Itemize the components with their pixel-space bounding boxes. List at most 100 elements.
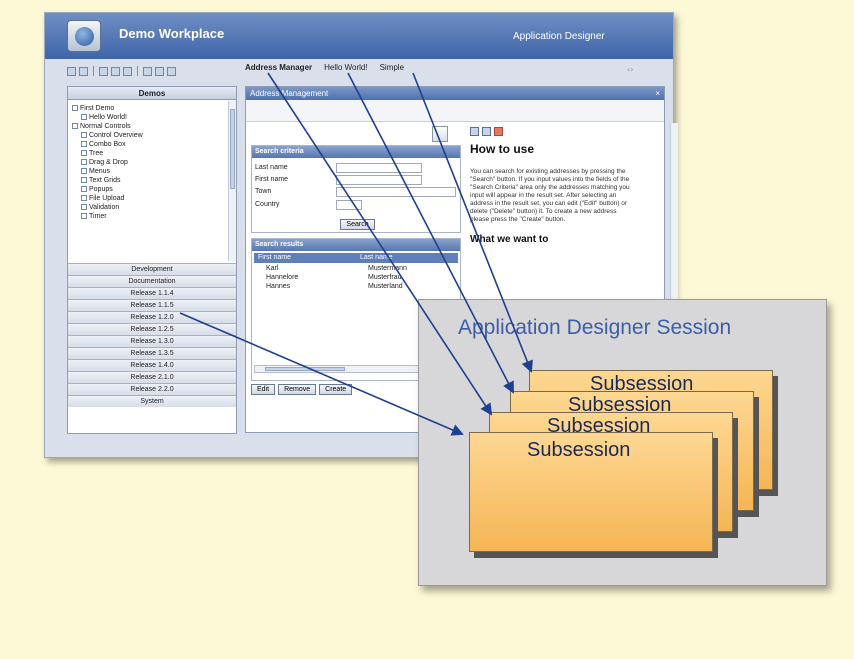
tree-node-label: Timer [89, 213, 107, 220]
cell-first-name: Karl [266, 265, 279, 272]
edit-button[interactable]: Edit [251, 384, 276, 395]
tree-node[interactable]: Menus [72, 167, 232, 176]
people-icon[interactable] [494, 127, 503, 136]
column-header-first-name[interactable]: First name [254, 253, 356, 263]
last-name-input[interactable] [336, 163, 422, 173]
nav-section[interactable]: Documentation [68, 275, 236, 287]
nav-section[interactable]: Release 1.2.5 [68, 323, 236, 335]
table-row[interactable]: Hannes Musterland [254, 283, 458, 292]
search-results-title: Search results [252, 239, 460, 251]
page-icon [81, 141, 87, 148]
globe-logo-icon [67, 20, 101, 52]
help-panel: How to use You can search for existing a… [470, 123, 658, 303]
nav-section[interactable]: Release 1.3.5 [68, 347, 236, 359]
tree-node-label: Tree [89, 150, 104, 157]
address-manager-strip [246, 100, 664, 122]
window-icon[interactable] [67, 66, 76, 76]
page-icon [81, 177, 87, 184]
tree-node-label: Validation [89, 204, 120, 211]
tree-node-label: File Upload [89, 195, 125, 202]
window-icon[interactable] [79, 66, 88, 76]
page-icon [81, 159, 87, 166]
tree-node[interactable]: Control Overview [72, 131, 232, 140]
nav-section[interactable]: Release 1.1.5 [68, 299, 236, 311]
layout-icon[interactable] [143, 66, 152, 76]
nav-section[interactable]: Release 1.4.0 [68, 359, 236, 371]
tree-node[interactable]: Hello World! [72, 113, 232, 122]
tree-node[interactable]: Timer [72, 212, 232, 221]
tree-node[interactable]: File Upload [72, 194, 232, 203]
folder-toggle-icon [72, 105, 78, 112]
help-body: You can search for existing addresses by… [470, 168, 630, 223]
cell-first-name: Hannes [266, 283, 291, 290]
tree-node-label: Drag & Drop [89, 159, 128, 166]
close-icon[interactable]: × [655, 87, 660, 100]
tree-node-label: Normal Controls [80, 123, 131, 130]
page-icon [81, 168, 87, 175]
tree-node[interactable]: First Demo [72, 104, 232, 113]
tree-node[interactable]: Validation [72, 203, 232, 212]
layout-icon[interactable] [167, 66, 176, 76]
field-label-town: Town [255, 188, 272, 195]
page-icon [81, 195, 87, 202]
tab-address-manager[interactable]: Address Manager [245, 63, 312, 72]
remove-button[interactable]: Remove [278, 384, 317, 395]
layout-icon[interactable] [155, 66, 164, 76]
page-icon [81, 132, 87, 139]
table-row[interactable]: Karl Mustermann [254, 265, 458, 274]
tree-node[interactable]: Text Grids [72, 176, 232, 185]
tree-node[interactable]: Drag & Drop [72, 158, 232, 167]
tree-node-label: First Demo [80, 105, 115, 112]
nav-section[interactable]: Release 1.3.0 [68, 335, 236, 347]
user-icon[interactable] [123, 66, 132, 76]
page-icon [81, 204, 87, 211]
help-title: How to use [470, 142, 535, 156]
session-label: Application Designer Session [458, 316, 732, 339]
tree-node[interactable]: Popups [72, 185, 232, 194]
nav-section[interactable]: System [68, 395, 236, 407]
nav-section[interactable]: Release 2.2.0 [68, 383, 236, 395]
address-manager-title: Address Management [250, 89, 329, 98]
field-label-last-name: Last name [255, 164, 288, 171]
search-button[interactable]: Search [340, 219, 375, 230]
tree-node[interactable]: Combo Box [72, 140, 232, 149]
tab-scroll-icon[interactable]: ‹› [627, 65, 633, 74]
print-icon[interactable] [482, 127, 491, 136]
first-name-input[interactable] [336, 175, 422, 185]
tab-bar: Address Manager Hello World! Simple [245, 63, 404, 72]
tree-node[interactable]: Normal Controls [72, 122, 232, 131]
subsession-label: Subsession [527, 439, 631, 461]
document-icon[interactable] [432, 126, 448, 142]
tree-node-label: Popups [89, 186, 113, 193]
search-criteria-box: Search criteria Last name First name Tow… [251, 145, 461, 233]
address-manager-titlebar: Address Management × [246, 87, 664, 100]
tab-simple[interactable]: Simple [380, 63, 404, 72]
create-button[interactable]: Create [319, 384, 353, 395]
cell-last-name: Mustermann [368, 265, 407, 272]
nav-section[interactable]: Release 2.1.0 [68, 371, 236, 383]
app-header: Demo Workplace Application Designer [45, 13, 673, 59]
nav-section[interactable]: Release 1.1.4 [68, 287, 236, 299]
cell-last-name: Musterland [368, 283, 403, 290]
page-icon[interactable] [99, 66, 108, 76]
toolbar-divider [137, 66, 138, 76]
tree-node-label: Text Grids [89, 177, 121, 184]
tab-hello-world[interactable]: Hello World! [324, 63, 367, 72]
nav-section[interactable]: Development [68, 263, 236, 275]
nav-section[interactable]: Release 1.2.0 [68, 311, 236, 323]
subsession-box: Subsession [469, 432, 713, 552]
tree-node-label: Menus [89, 168, 111, 175]
nav-scrollbar[interactable] [228, 101, 236, 261]
refresh-icon[interactable] [111, 66, 120, 76]
town-input[interactable] [336, 187, 456, 197]
toolbar-divider [93, 66, 94, 76]
help-icon[interactable] [470, 127, 479, 136]
nav-sections: Development Documentation Release 1.1.4 Rel… [68, 263, 236, 407]
country-select[interactable] [336, 200, 362, 210]
tree-node[interactable]: Tree [72, 149, 232, 158]
page-icon [81, 213, 87, 220]
table-row[interactable]: Hannelore Musterfrau [254, 274, 458, 283]
navigation-panel: Demos First Demo Hello World! Normal Contr… [67, 86, 237, 434]
column-header-last-name[interactable]: Last name [356, 253, 458, 263]
app-title: Demo Workplace [119, 26, 225, 41]
